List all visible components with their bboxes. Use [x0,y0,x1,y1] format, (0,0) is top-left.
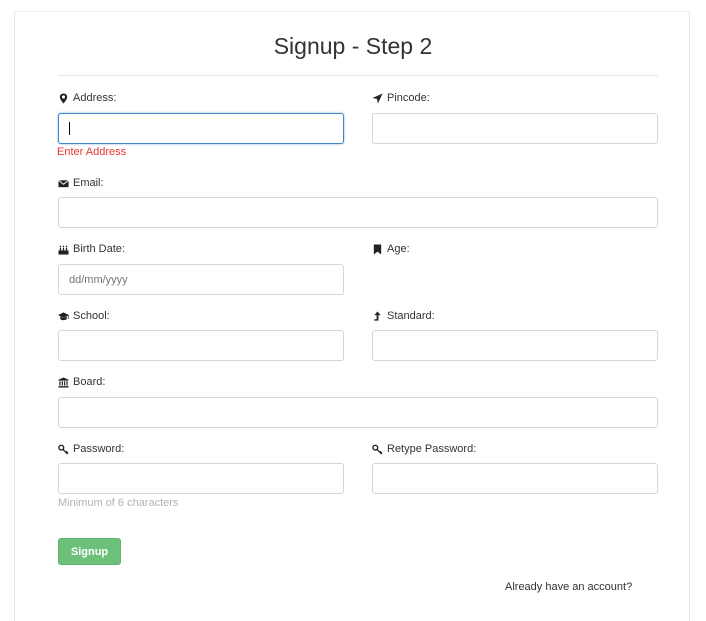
address-input[interactable] [58,113,344,144]
text-cursor [69,122,70,135]
key-icon [58,444,69,455]
password-label: Password: [58,443,124,455]
age-label-text: Age: [387,243,410,255]
signup-button[interactable]: Signup [58,538,121,565]
retype-password-input[interactable] [372,463,658,494]
board-label: Board: [58,376,105,388]
school-input[interactable] [58,330,344,361]
birth-date-label-text: Birth Date: [73,243,125,255]
standard-label-text: Standard: [387,310,435,322]
board-input[interactable] [58,397,658,428]
pincode-input[interactable] [372,113,658,144]
email-input[interactable] [58,197,658,228]
password-input[interactable] [58,463,344,494]
standard-input[interactable] [372,330,658,361]
graduation-cap-icon [58,311,69,322]
email-label-text: Email: [73,177,104,189]
retype-password-label: Retype Password: [372,443,476,455]
birth-date-label: Birth Date: [58,243,125,255]
school-label-text: School: [73,310,110,322]
birthday-cake-icon [58,244,69,255]
login-link[interactable]: Already have an account? [505,581,632,593]
envelope-icon [58,178,69,189]
board-label-text: Board: [73,376,106,388]
address-label-text: Address: [73,92,117,104]
title-divider [58,75,658,76]
level-up-icon [372,310,383,322]
pincode-label: Pincode: [372,92,430,104]
address-label: Address: [58,92,116,104]
birth-date-input[interactable] [58,264,344,295]
retype-password-label-text: Retype Password: [387,443,477,455]
email-label: Email: [58,177,104,189]
password-hint: Minimum of 6 characters [58,497,179,509]
age-label: Age: [372,243,410,255]
page-title: Signup - Step 2 [273,33,433,59]
standard-label: Standard: [372,310,435,322]
institution-icon [58,376,69,388]
school-label: School: [58,310,110,322]
location-arrow-icon [372,92,383,104]
bookmark-icon [372,243,383,255]
password-label-text: Password: [73,443,125,455]
map-marker-icon [58,92,69,104]
address-error: Enter Address [57,146,127,158]
pincode-label-text: Pincode: [387,92,430,104]
key-icon [372,444,383,455]
